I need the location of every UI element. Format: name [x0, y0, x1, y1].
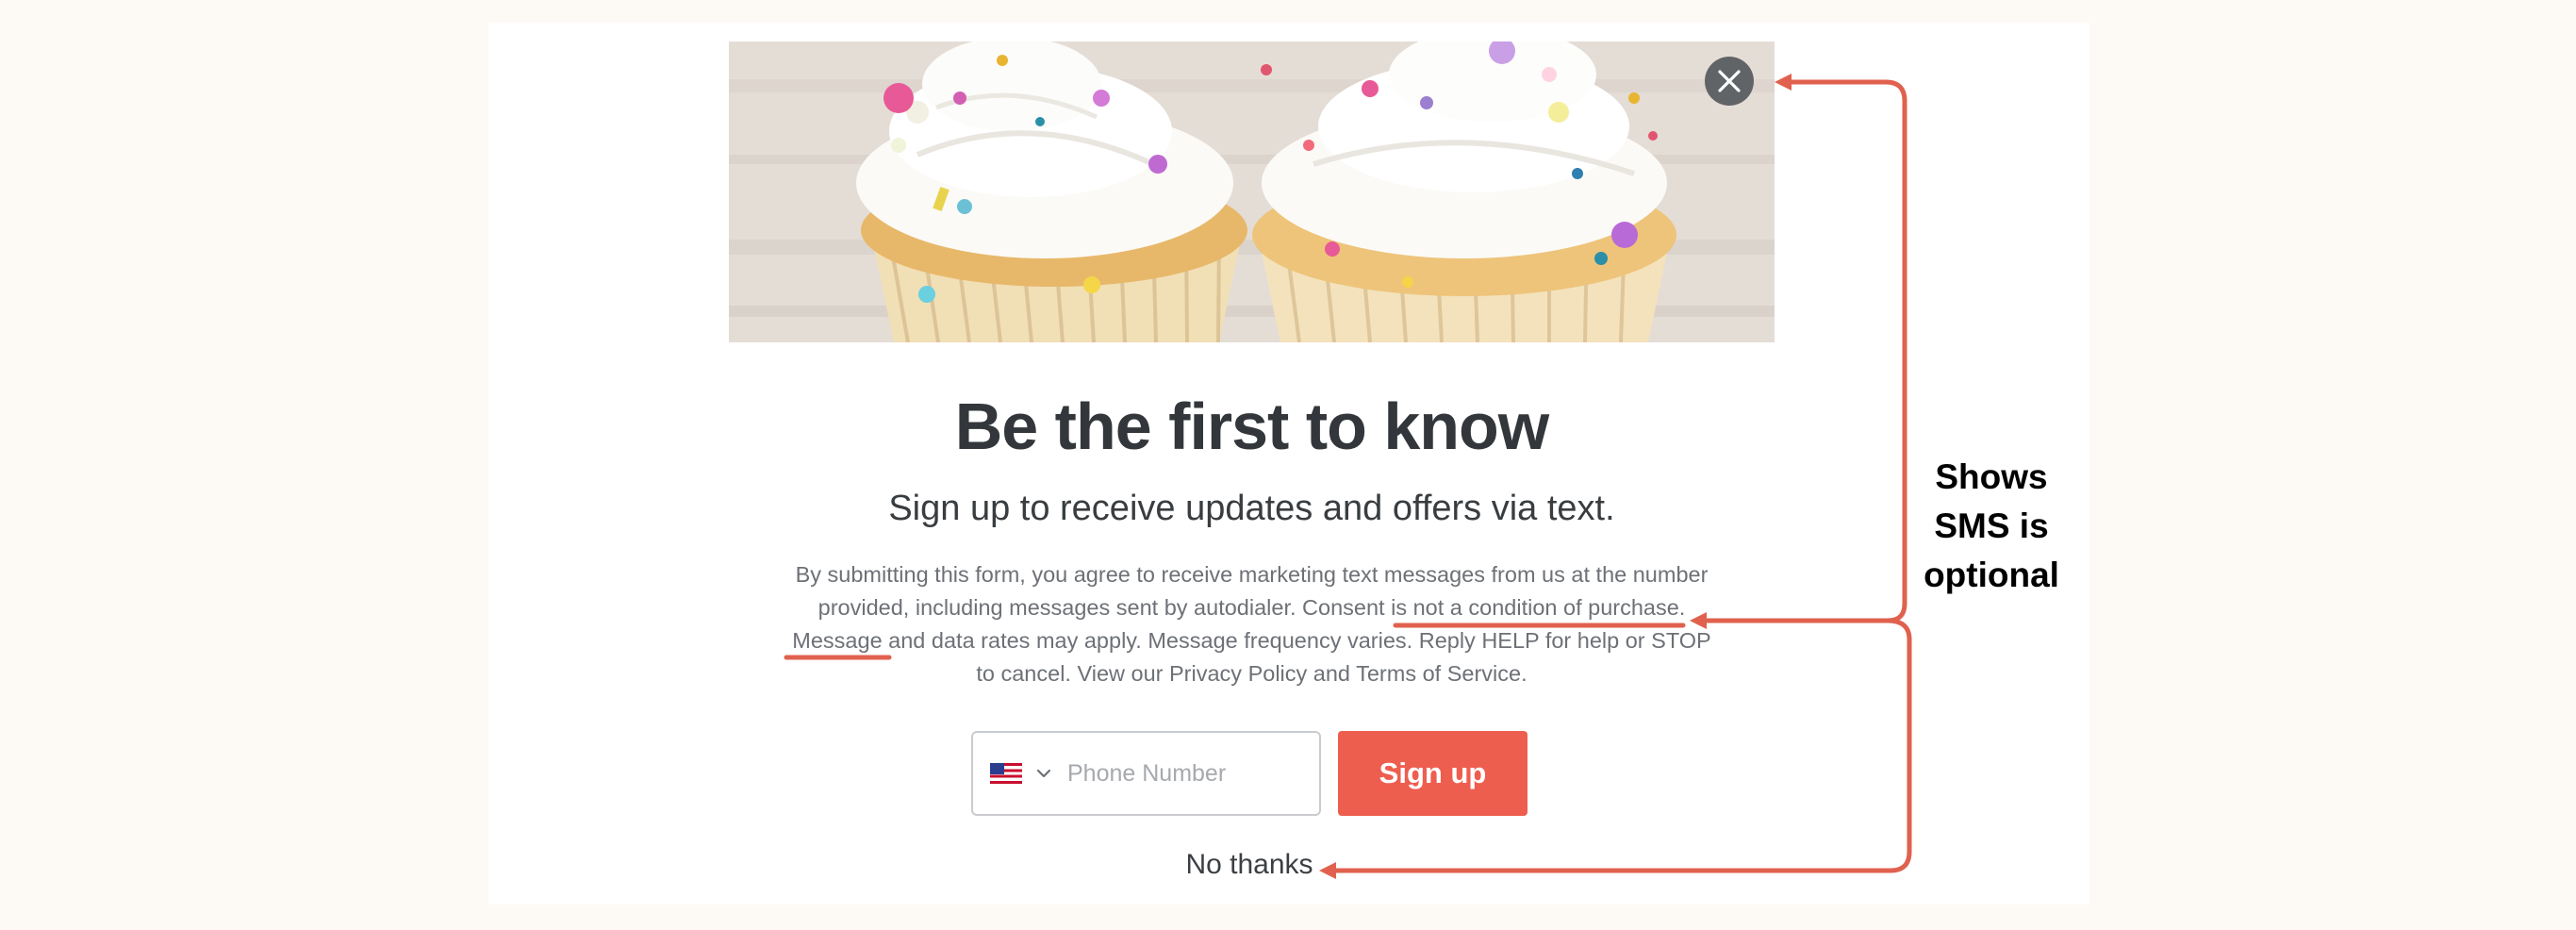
modal-subheadline: Sign up to receive updates and offers vi… — [888, 489, 1615, 528]
phone-number-input[interactable] — [1065, 758, 1296, 789]
close-button[interactable] — [1705, 57, 1754, 106]
close-icon — [1718, 70, 1741, 92]
legal-disclaimer: By submitting this form, you agree to re… — [783, 558, 1721, 690]
hero-image — [729, 42, 1775, 342]
sign-up-button[interactable]: Sign up — [1338, 731, 1527, 816]
annotation-line-2: SMS is — [1934, 507, 2049, 545]
annotation-line-3: optional — [1924, 556, 2059, 594]
chevron-down-icon[interactable] — [1035, 765, 1052, 782]
legal-text-part2: Message and data rates may apply. Messag… — [792, 628, 1711, 686]
cupcakes-illustration — [729, 42, 1775, 342]
us-flag-icon[interactable] — [990, 763, 1022, 784]
no-thanks-link[interactable]: No thanks — [1169, 849, 1329, 881]
phone-number-field[interactable] — [971, 731, 1321, 816]
modal-headline: Be the first to know — [954, 390, 1549, 463]
annotation-line-1: Shows — [1935, 457, 2048, 496]
consent-not-required-text: Consent is not a condition of purchase. — [1302, 595, 1686, 620]
screenshot-canvas: Be the first to know Sign up to receive … — [0, 0, 2576, 930]
annotation-callout: Shows SMS is optional — [1911, 453, 2072, 600]
